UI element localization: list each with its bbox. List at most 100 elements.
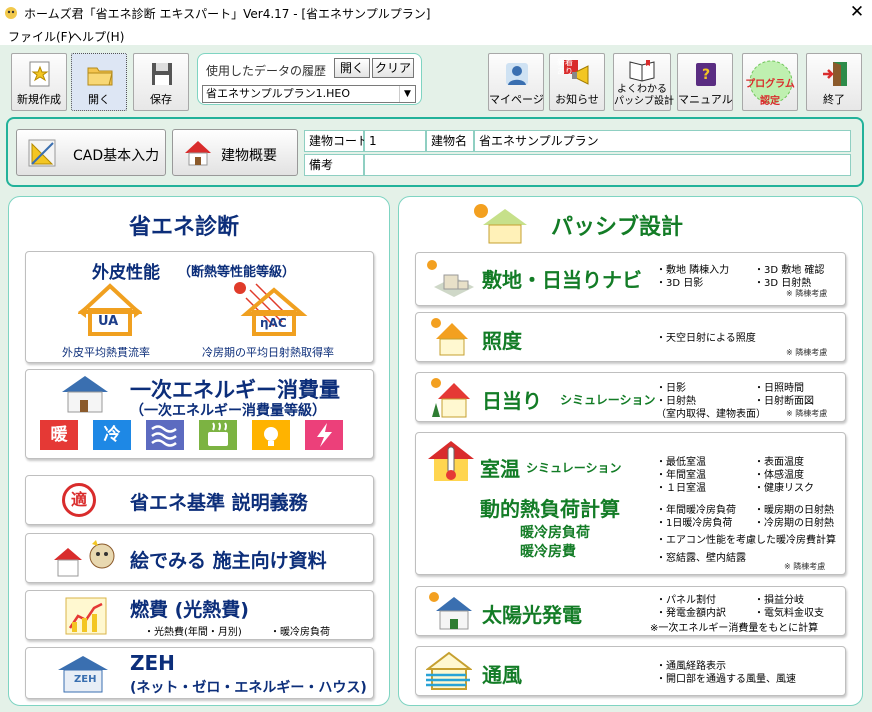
ua-house-icon: [78, 283, 142, 336]
sunlight-item-note: （室内取得、建物表面）: [656, 409, 766, 420]
wind-house-icon: [426, 651, 472, 690]
building-name-field[interactable]: 省エネサンプルプラン: [474, 130, 851, 152]
close-button[interactable]: ✕: [846, 1, 868, 23]
nac-badge: ηAC: [260, 316, 287, 330]
cad-input-button[interactable]: CAD基本入力: [16, 129, 166, 176]
toolbar: 新規作成 開く 保存 使用したデータの履歴 開く クリア 省エネサンプルプラン1…: [0, 45, 872, 116]
load-item-condensation: ・窓結露、壁内結露: [656, 553, 746, 564]
menu-help[interactable]: ヘルプ(H): [70, 28, 124, 45]
energy-diagnosis-heading: 省エネ診断: [129, 215, 240, 240]
app-icon: [5, 7, 17, 19]
zeh-subtitle: (ネット・ゼロ・エネルギー・ハウス): [130, 680, 367, 696]
menu-file[interactable]: ファイル(F): [8, 28, 72, 45]
faq-label-2: パッシブ設計: [614, 96, 674, 107]
site-blocks-icon: [427, 260, 474, 297]
sunlight-simulation-card[interactable]: 日当り シミュレーション ・日影 ・日照時間 ・日射熱 ・日射断面図 （室内取得…: [415, 372, 846, 422]
exit-button[interactable]: 終了: [806, 53, 862, 111]
room-temperature-suffix: シミュレーション: [526, 461, 622, 475]
mypage-button[interactable]: マイページ: [488, 53, 544, 111]
dynamic-load-sub-2: 暖冷房費: [520, 544, 576, 560]
site-title: 敷地・日当りナビ: [482, 268, 642, 292]
note-label: 備考: [304, 154, 364, 176]
illustrated-materials-card[interactable]: 絵でみる 施主向け資料: [25, 533, 374, 583]
temp-item-daily: ・１日室温: [656, 483, 706, 494]
zeh-card[interactable]: ZEH ZEH (ネット・ゼロ・エネルギー・ハウス): [25, 647, 374, 699]
site-note: ※ 隣棟考慮: [786, 289, 828, 298]
open-button[interactable]: 開く: [71, 53, 127, 111]
history-label: 使用したデータの履歴: [206, 64, 327, 78]
envelope-performance-card[interactable]: 外皮性能 （断熱等性能等級） UA ηAC 外皮平均熱貫流率 冷房期の平均日射熱…: [25, 251, 374, 363]
load-item-cooling-solar: ・冷房期の日射熱: [754, 518, 834, 529]
ventilation-card[interactable]: 通風 ・通風経路表示 ・開口部を通過する風量、風速: [415, 646, 846, 696]
user-icon: [506, 63, 528, 85]
building-name-label: 建物名: [426, 130, 474, 152]
history-clear-button[interactable]: クリア: [372, 58, 414, 78]
news-badge: 新着あり: [557, 58, 573, 76]
ua-badge: UA: [98, 314, 119, 329]
pv-item-breakdown: ・発電金額内訳: [656, 608, 726, 619]
energy-subtitle: （一次エネルギー消費量等級）: [130, 403, 326, 419]
history-select-value: 省エネサンプルプラン1.HEO: [206, 87, 351, 100]
illuminance-note: ※ 隣棟考慮: [786, 348, 828, 357]
fuel-cost-sub-1: ・光熱費(年間・月別): [144, 627, 242, 638]
history-open-button[interactable]: 開く: [334, 58, 370, 78]
thermometer-house-icon: [428, 441, 474, 481]
load-item-daily: ・1日暖冷房負荷: [656, 518, 733, 529]
program-certification-button[interactable]: プログラム 認定: [742, 53, 798, 111]
primary-energy-card[interactable]: 一次エネルギー消費量 （一次エネルギー消費量等級） 暖 冷 換気: [25, 369, 374, 459]
chevron-down-icon[interactable]: ▼: [399, 86, 415, 102]
room-temperature-card[interactable]: 室温 シミュレーション ・最低室温 ・表面温度 ・年間室温 ・体感温度 ・１日室…: [415, 432, 846, 575]
load-note: ※ 隣棟考慮: [784, 562, 826, 571]
pv-item-balance: ・電気料金収支: [754, 608, 824, 619]
new-button[interactable]: 新規作成: [11, 53, 67, 111]
building-code-label: 建物コード: [304, 130, 369, 152]
svg-text:?: ?: [702, 67, 710, 83]
cost-chart-icon: [65, 597, 107, 635]
illuminance-title: 照度: [482, 329, 522, 353]
zeh-badge: ZEH: [74, 674, 97, 685]
solar-power-title: 太陽光発電: [482, 603, 582, 627]
solar-power-card[interactable]: 太陽光発電 ・パネル割付 ・損益分岐 ・発電金額内訳 ・電気料金収支 ※一次エネ…: [415, 586, 846, 636]
floppy-disk-icon: [152, 63, 172, 85]
energy-diagnosis-panel: 省エネ診断 外皮性能 （断熱等性能等級） UA ηAC 外皮平均熱貫流率 冷房期…: [8, 196, 390, 706]
fuel-cost-sub-2: ・暖冷房負荷: [270, 627, 330, 638]
room-temperature-title: 室温: [480, 457, 520, 481]
manual-button[interactable]: ? マニュアル: [677, 53, 733, 111]
site-item-3d-solar: ・3D 日射熱: [754, 278, 812, 289]
mascot-house-icon: [54, 540, 115, 577]
building-overview-button[interactable]: 建物概要: [172, 129, 298, 176]
sunlit-house-icon: [431, 378, 470, 418]
faq-button[interactable]: よくわかる パッシブ設計: [613, 53, 674, 111]
exit-door-icon: [823, 62, 847, 86]
building-code-field[interactable]: 1: [364, 130, 426, 152]
envelope-title: 外皮性能: [92, 263, 160, 283]
lighting-icon: [252, 420, 290, 450]
illuminance-item: ・天空日射による照度: [656, 333, 756, 344]
vent-item-flow: ・開口部を通過する風量、風速: [656, 674, 796, 685]
note-field[interactable]: [364, 154, 851, 176]
sunlight-suffix: シミュレーション: [560, 393, 656, 407]
passive-design-panel: パッシブ設計 敷地・日当りナビ ・敷地 隣棟入力 ・3D 敷地 確認 ・3D 日…: [398, 196, 863, 706]
hot-water-icon: [199, 420, 237, 450]
dynamic-load-title: 動的熱負荷計算: [480, 497, 620, 521]
passive-house-icon: [474, 204, 527, 244]
sunlight-title: 日当り: [482, 389, 542, 413]
nac-label: 冷房期の平均日射熱取得率: [202, 346, 334, 359]
history-select[interactable]: 省エネサンプルプラン1.HEO ▼: [202, 85, 416, 103]
compliance-stamp-icon: 適: [62, 483, 96, 517]
site-sunlight-card[interactable]: 敷地・日当りナビ ・敷地 隣棟入力 ・3D 敷地 確認 ・3D 日影 ・3D 日…: [415, 252, 846, 306]
power-generation-icon: [305, 420, 343, 450]
illuminance-card[interactable]: 照度 ・天空日射による照度 ※ 隣棟考慮: [415, 312, 846, 362]
news-button[interactable]: 新着あり お知らせ: [549, 53, 605, 111]
ventilation-icon: [146, 420, 184, 450]
solar-house-icon: [62, 376, 108, 413]
passive-design-heading: パッシブ設計: [551, 215, 684, 240]
standard-explanation-card[interactable]: 適 省エネ基準 説明義務: [25, 475, 374, 525]
manual-book-icon: ?: [696, 63, 716, 86]
site-item-3d-shadow: ・3D 日影: [656, 278, 704, 289]
fuel-cost-card[interactable]: 燃費 (光熱費) ・光熱費(年間・月別) ・暖冷房負荷: [25, 590, 374, 640]
save-button[interactable]: 保存: [133, 53, 189, 111]
zeh-title: ZEH: [130, 651, 175, 675]
lit-house-icon: [431, 318, 468, 356]
temp-item-health: ・健康リスク: [754, 483, 814, 494]
